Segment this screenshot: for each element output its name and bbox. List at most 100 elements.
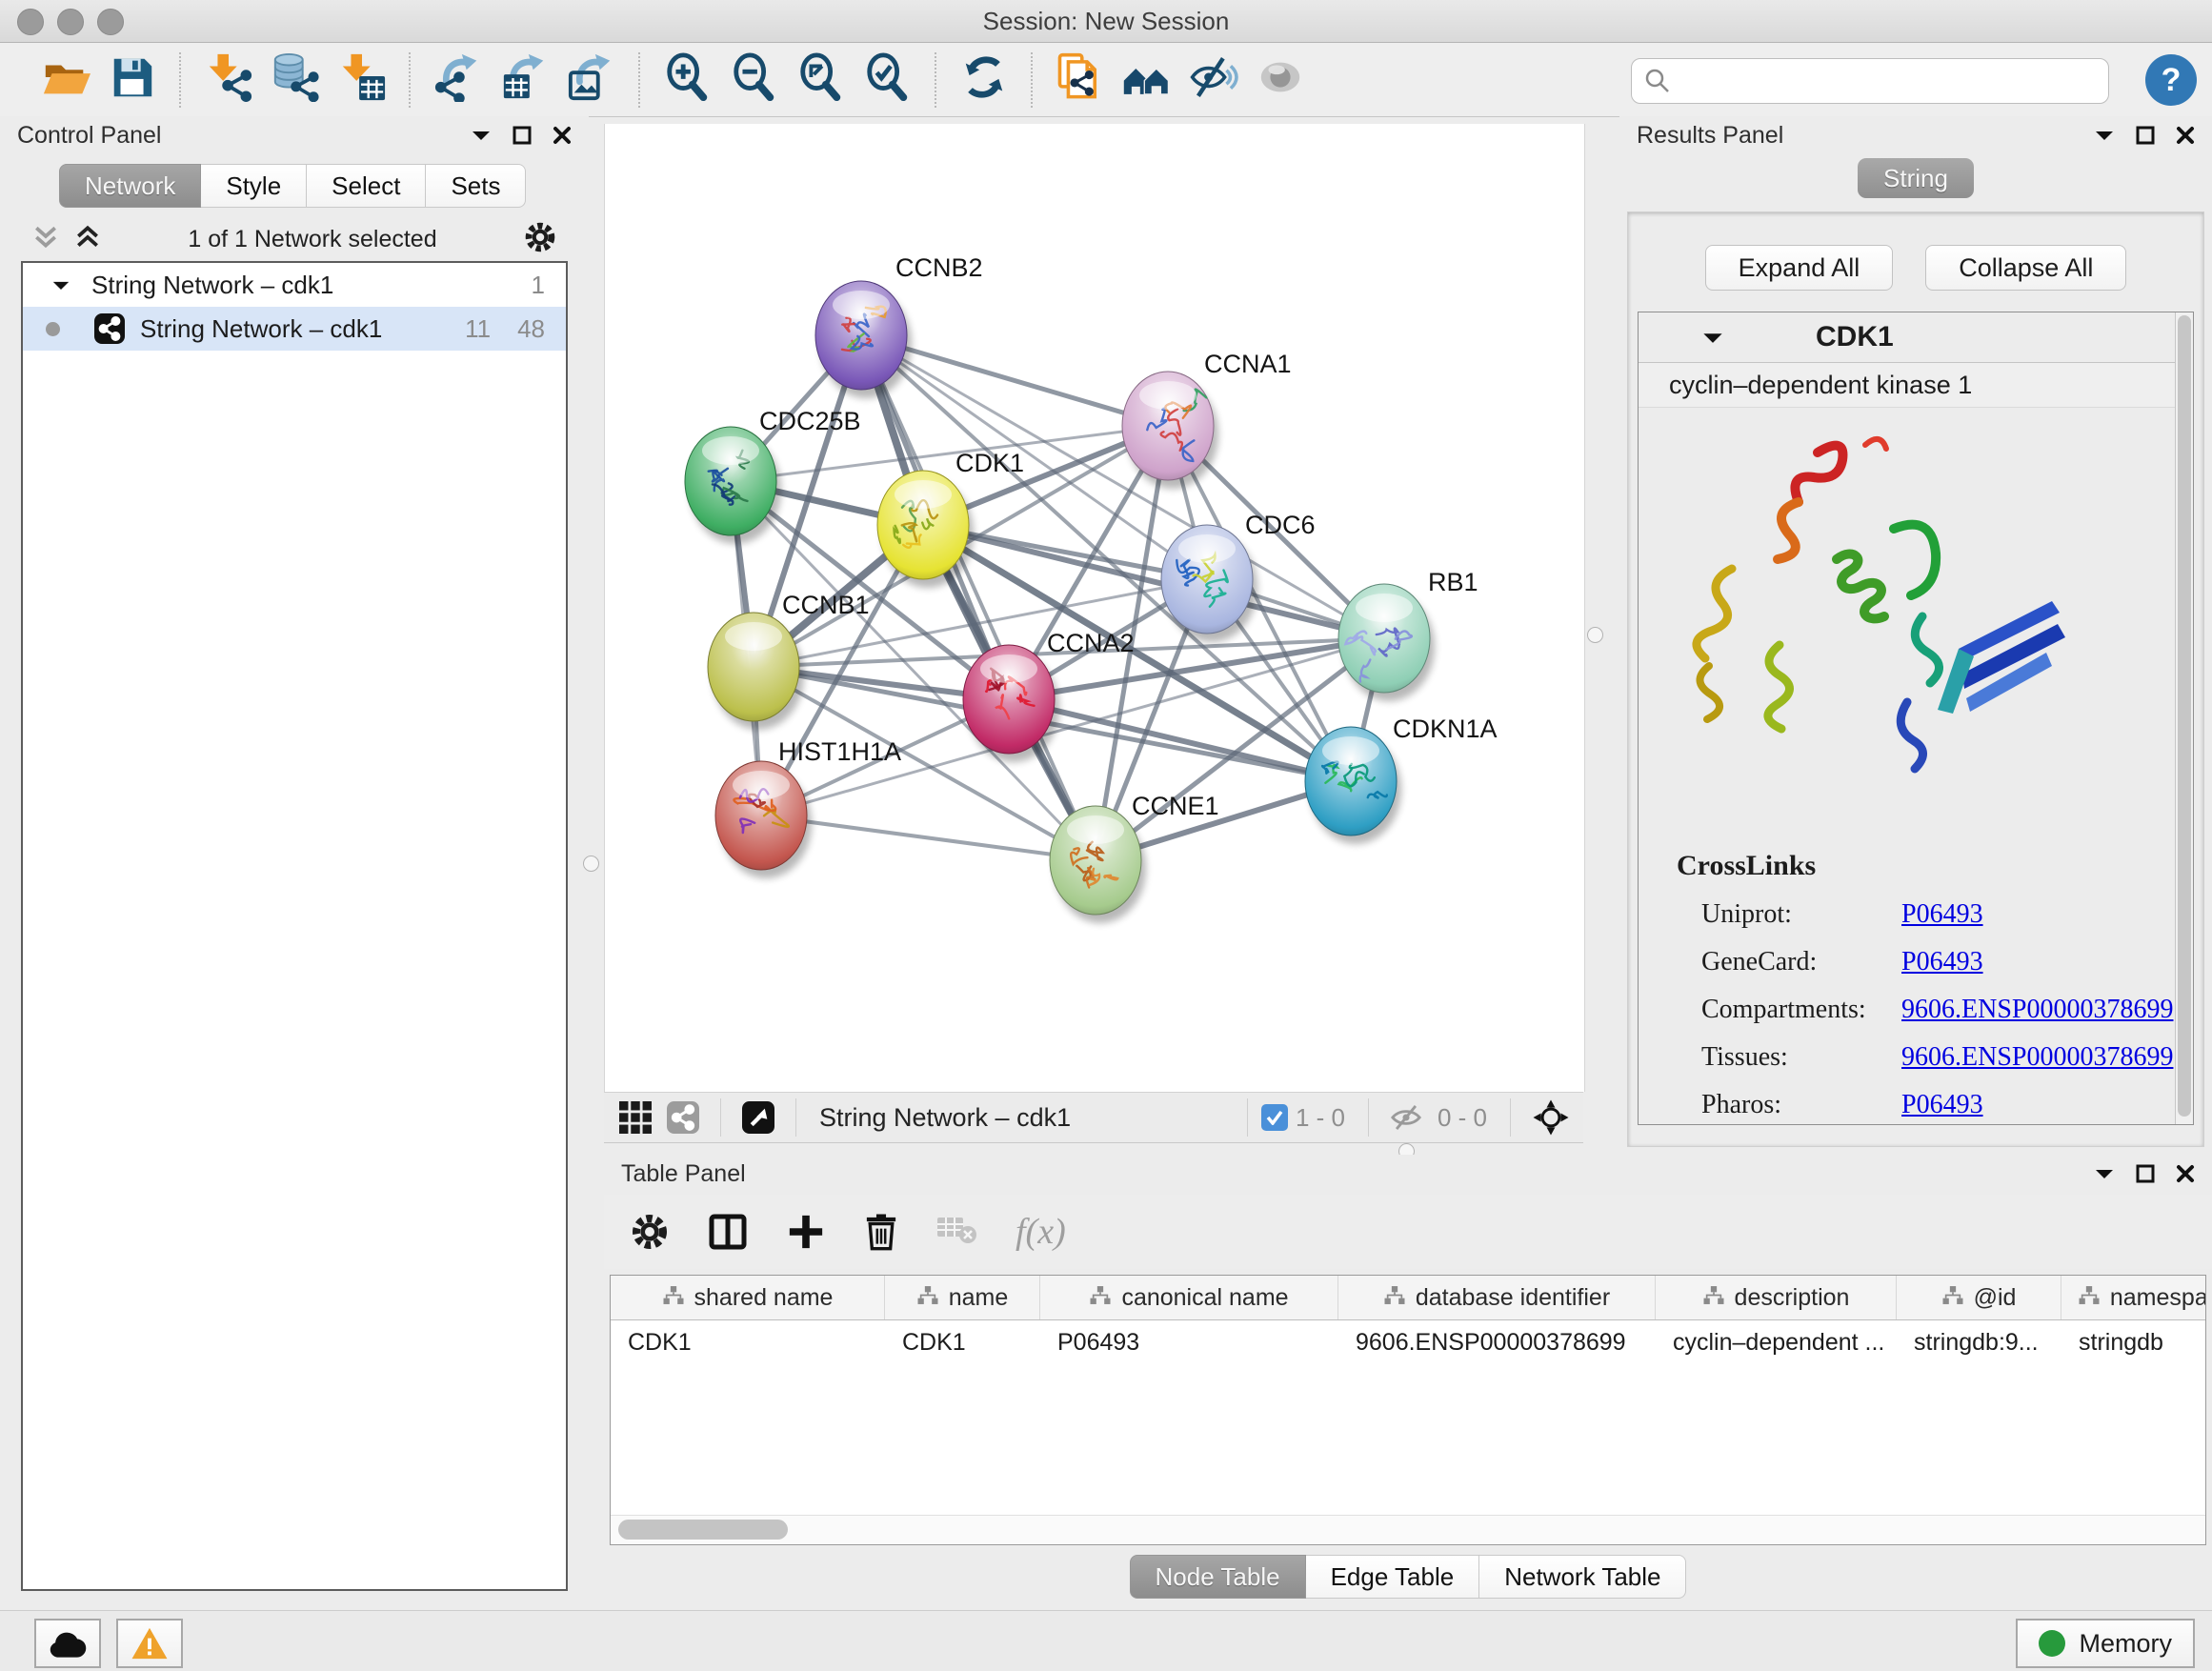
column-header-name[interactable]: name xyxy=(885,1276,1040,1320)
protein-description: cyclin–dependent kinase 1 xyxy=(1639,363,2193,408)
table-horizontal-scrollbar[interactable] xyxy=(611,1515,2205,1544)
birdseye-view-icon[interactable] xyxy=(742,1101,774,1134)
crosslinks-title: CrossLinks xyxy=(1677,850,2193,882)
tab-string[interactable]: String xyxy=(1858,158,1974,198)
hidden-items-eye-icon[interactable] xyxy=(1390,1103,1422,1132)
card-scrollbar[interactable] xyxy=(2175,312,2193,1124)
toolbar-separator xyxy=(179,52,182,108)
tab-style[interactable]: Style xyxy=(201,164,307,208)
refresh-network-view-button[interactable] xyxy=(956,52,1012,108)
search-icon xyxy=(1643,67,1672,95)
protein-card: CDK1 cyclin–dependent kinase 1 xyxy=(1638,312,2194,1125)
search-box[interactable] xyxy=(1631,58,2109,104)
network-node-CCNE1[interactable]: CCNE1 xyxy=(1050,792,1219,923)
expand-all-networks-icon[interactable] xyxy=(74,225,101,254)
panel-float-icon[interactable] xyxy=(2136,126,2155,145)
open-session-button[interactable] xyxy=(38,52,93,108)
network-node-HIST1H1A[interactable]: HIST1H1A xyxy=(715,737,901,878)
network-list: String Network – cdk1 1 String Network –… xyxy=(21,261,568,1591)
network-node-CDC6[interactable]: CDC6 xyxy=(1161,511,1316,642)
import-table-from-file-button[interactable] xyxy=(334,52,390,108)
collapse-all-button[interactable]: Collapse All xyxy=(1925,245,2126,291)
panel-float-icon[interactable] xyxy=(513,126,532,145)
grid-view-icon[interactable] xyxy=(619,1101,652,1134)
zoom-selected-button[interactable] xyxy=(860,52,915,108)
network-node-CCNB2[interactable]: CCNB2 xyxy=(815,253,983,398)
table-settings-gear-button[interactable] xyxy=(631,1213,669,1251)
crosslink-value-0[interactable]: P06493 xyxy=(1901,899,1983,930)
network-options-gear-icon[interactable] xyxy=(524,221,556,258)
panel-close-icon[interactable] xyxy=(2176,126,2195,145)
network-node-CDKN1A[interactable]: CDKN1A xyxy=(1305,715,1498,844)
save-session-button[interactable] xyxy=(105,52,160,108)
enhanced-labels-button[interactable] xyxy=(1186,52,1241,108)
panel-menu-icon[interactable] xyxy=(2094,1167,2115,1180)
fit-selected-crosshair-icon[interactable] xyxy=(1532,1098,1570,1137)
panel-close-icon[interactable] xyxy=(553,126,572,145)
string-web-pages-button[interactable] xyxy=(1119,52,1175,108)
export-network-button[interactable] xyxy=(431,52,486,108)
crosslink-value-4[interactable]: P06493 xyxy=(1901,1090,1983,1120)
table-cell: stringdb:9... xyxy=(1897,1320,2061,1365)
function-builder-button[interactable]: f(x) xyxy=(1016,1211,1066,1253)
table-row[interactable]: CDK1CDK1P064939606.ENSP00000378699cyclin… xyxy=(611,1320,2206,1365)
column-header-database-identifier[interactable]: database identifier xyxy=(1338,1276,1656,1320)
node-label-CCNB1: CCNB1 xyxy=(782,591,870,619)
warnings-button[interactable] xyxy=(116,1619,183,1668)
glass-ball-effect-button[interactable] xyxy=(1253,52,1308,108)
network-node-CCNA1[interactable]: CCNA1 xyxy=(1122,350,1292,489)
zoom-out-button[interactable] xyxy=(727,52,782,108)
cloud-services-button[interactable] xyxy=(34,1619,101,1668)
string-network-graph[interactable]: CCNB2CCNA1CDC25BCDK1CDC6RB1CCNB1CCNA2CDK… xyxy=(605,124,1584,1092)
panel-float-icon[interactable] xyxy=(2136,1164,2155,1183)
network-collection-row[interactable]: String Network – cdk1 1 xyxy=(23,263,566,307)
panel-menu-icon[interactable] xyxy=(2094,129,2115,142)
tab-sets[interactable]: Sets xyxy=(426,164,526,208)
collection-count: 1 xyxy=(532,271,545,300)
collapse-all-networks-icon[interactable] xyxy=(32,225,59,254)
import-network-from-file-button[interactable] xyxy=(201,52,256,108)
node-label-CDC6: CDC6 xyxy=(1245,511,1316,539)
help-button[interactable]: ? xyxy=(2145,54,2197,106)
expand-all-button[interactable]: Expand All xyxy=(1705,245,1894,291)
network-node-CDK1[interactable]: CDK1 xyxy=(877,449,1024,588)
crosslink-value-2[interactable]: 9606.ENSP00000378699 xyxy=(1901,995,2173,1025)
zoom-in-button[interactable] xyxy=(660,52,715,108)
save-session-icon xyxy=(108,52,157,107)
tab-network[interactable]: Network xyxy=(59,164,201,208)
duplicate-network-button[interactable] xyxy=(1053,52,1108,108)
crosslink-value-3[interactable]: 9606.ENSP00000378699 xyxy=(1901,1042,2173,1073)
crosslink-value-1[interactable]: P06493 xyxy=(1901,947,1983,977)
delete-table-button[interactable] xyxy=(937,1218,977,1246)
import-network-from-database-button[interactable] xyxy=(268,52,323,108)
tab-edge-table[interactable]: Edge Table xyxy=(1306,1555,1480,1599)
column-header--id[interactable]: @id xyxy=(1897,1276,2061,1320)
tab-network-table[interactable]: Network Table xyxy=(1479,1555,1686,1599)
collection-expander-icon[interactable] xyxy=(51,279,70,292)
create-column-button[interactable] xyxy=(707,1213,749,1251)
column-header-shared-name[interactable]: shared name xyxy=(611,1276,885,1320)
memory-button[interactable]: Memory xyxy=(2016,1619,2195,1668)
network-node-RB1[interactable]: RB1 xyxy=(1338,568,1478,701)
search-input[interactable] xyxy=(1672,62,2108,100)
right-splitter-handle[interactable] xyxy=(1587,627,1603,643)
panel-close-icon[interactable] xyxy=(2176,1164,2195,1183)
tab-node-table[interactable]: Node Table xyxy=(1130,1555,1306,1599)
protein-card-header[interactable]: CDK1 xyxy=(1639,312,2193,363)
tab-select[interactable]: Select xyxy=(307,164,426,208)
export-image-button[interactable] xyxy=(564,52,619,108)
selected-items-checkbox[interactable] xyxy=(1261,1104,1288,1131)
zoom-fit-content-button[interactable] xyxy=(794,52,849,108)
column-header-namespace[interactable]: namespace xyxy=(2061,1276,2207,1320)
delete-row-button[interactable] xyxy=(863,1212,899,1252)
network-view-canvas[interactable]: CCNB2CCNA1CDC25BCDK1CDC6RB1CCNB1CCNA2CDK… xyxy=(604,124,1585,1092)
column-header-description[interactable]: description xyxy=(1656,1276,1897,1320)
network-share-icon[interactable] xyxy=(667,1101,699,1134)
add-row-button[interactable] xyxy=(787,1213,825,1251)
column-header-canonical-name[interactable]: canonical name xyxy=(1040,1276,1338,1320)
protein-card-expander-icon[interactable] xyxy=(1701,331,1724,345)
panel-menu-icon[interactable] xyxy=(471,129,492,142)
export-table-button[interactable] xyxy=(497,52,553,108)
network-row[interactable]: String Network – cdk1 11 48 xyxy=(23,307,566,351)
left-splitter-handle[interactable] xyxy=(583,856,599,872)
